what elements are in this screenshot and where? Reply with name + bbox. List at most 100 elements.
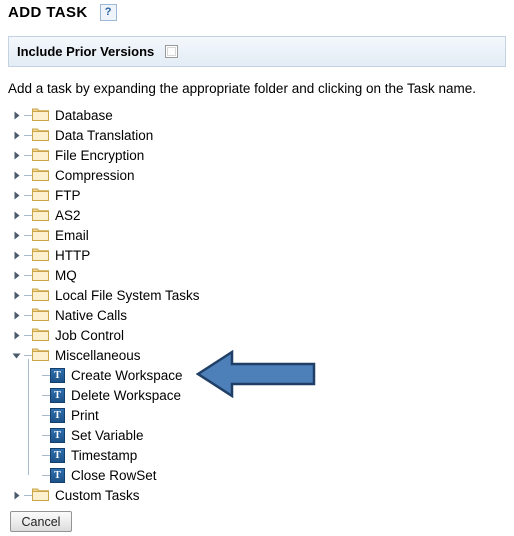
tree-connector — [42, 445, 50, 465]
task-tree: Database Data Translation File Encryption C… — [8, 105, 428, 505]
task-link[interactable]: Set Variable — [71, 428, 144, 443]
tree-node-folder[interactable]: Miscellaneous — [8, 345, 428, 365]
help-icon[interactable]: ? — [99, 4, 117, 21]
tree-connector — [24, 105, 32, 125]
tree-node-folder[interactable]: Data Translation — [8, 125, 428, 145]
chevron-right-icon[interactable] — [8, 285, 24, 305]
folder-icon — [32, 228, 49, 242]
tree-connector — [24, 265, 32, 285]
tree-node-label[interactable]: Custom Tasks — [55, 488, 140, 503]
folder-icon — [32, 168, 49, 182]
tree-node-label[interactable]: Native Calls — [55, 308, 127, 323]
tree-connector — [24, 205, 32, 225]
folder-icon — [32, 248, 49, 262]
folder-icon — [32, 108, 49, 122]
tree-connector — [24, 285, 32, 305]
folder-icon — [32, 188, 49, 202]
tree-node-folder[interactable]: Local File System Tasks — [8, 285, 428, 305]
chevron-right-icon[interactable] — [8, 305, 24, 325]
tree-node-label[interactable]: Miscellaneous — [55, 348, 141, 363]
task-link[interactable]: Timestamp — [71, 448, 137, 463]
task-link[interactable]: Print — [71, 408, 99, 423]
tree-node-folder[interactable]: File Encryption — [8, 145, 428, 165]
tree-node-folder[interactable]: Custom Tasks — [8, 485, 428, 505]
folder-icon — [32, 308, 49, 322]
tree-node-label[interactable]: Compression — [55, 168, 135, 183]
tree-node-folder[interactable]: FTP — [8, 185, 428, 205]
tree-node-folder[interactable]: Compression — [8, 165, 428, 185]
task-icon: T — [50, 447, 65, 463]
folder-icon — [32, 128, 49, 142]
folder-icon — [32, 488, 49, 502]
folder-icon — [32, 208, 49, 222]
tree-node-task[interactable]: T Print — [8, 405, 428, 425]
tree-connector — [24, 145, 32, 165]
tree-node-label[interactable]: Database — [55, 108, 113, 123]
tree-node-folder[interactable]: Database — [8, 105, 428, 125]
tree-connector — [42, 425, 50, 445]
tree-node-label[interactable]: Data Translation — [55, 128, 153, 143]
tree-connector — [42, 405, 50, 425]
tree-connector — [24, 225, 32, 245]
tree-node-task[interactable]: T Timestamp — [8, 445, 428, 465]
folder-icon — [32, 268, 49, 282]
tree-connector — [24, 125, 32, 145]
tree-connector — [24, 305, 32, 325]
chevron-down-icon[interactable] — [8, 345, 24, 365]
tree-node-label[interactable]: Job Control — [55, 328, 124, 343]
tree-node-task[interactable]: T Close RowSet — [8, 465, 428, 485]
chevron-right-icon[interactable] — [8, 325, 24, 345]
tree-connector — [24, 245, 32, 265]
tree-node-label[interactable]: AS2 — [55, 208, 81, 223]
tree-node-label[interactable]: FTP — [55, 188, 81, 203]
task-link[interactable]: Create Workspace — [71, 368, 183, 383]
page-header: ADD TASK ? — [8, 4, 117, 21]
tree-node-task[interactable]: T Set Variable — [8, 425, 428, 445]
add-task-page: ADD TASK ? Include Prior Versions Add a … — [0, 0, 514, 536]
tree-node-task[interactable]: T Create Workspace — [8, 365, 428, 385]
tree-connector — [42, 365, 50, 385]
task-icon: T — [50, 367, 65, 383]
task-link[interactable]: Delete Workspace — [71, 388, 181, 403]
chevron-right-icon[interactable] — [8, 165, 24, 185]
include-prior-versions-checkbox[interactable] — [165, 45, 179, 58]
tree-connector — [24, 165, 32, 185]
tree-connector — [24, 325, 32, 345]
folder-icon — [32, 288, 49, 302]
task-icon: T — [50, 407, 65, 423]
tree-node-folder[interactable]: Job Control — [8, 325, 428, 345]
tree-node-label[interactable]: MQ — [55, 268, 77, 283]
chevron-right-icon[interactable] — [8, 225, 24, 245]
tree-node-label[interactable]: HTTP — [55, 248, 90, 263]
chevron-right-icon[interactable] — [8, 145, 24, 165]
tree-connector — [42, 385, 50, 405]
tree-node-folder[interactable]: AS2 — [8, 205, 428, 225]
chevron-right-icon[interactable] — [8, 485, 24, 505]
tree-node-folder[interactable]: Native Calls — [8, 305, 428, 325]
chevron-right-icon[interactable] — [8, 125, 24, 145]
task-icon: T — [50, 427, 65, 443]
tree-node-label[interactable]: Email — [55, 228, 89, 243]
task-icon: T — [50, 467, 65, 483]
chevron-right-icon[interactable] — [8, 245, 24, 265]
tree-node-folder[interactable]: HTTP — [8, 245, 428, 265]
folder-icon — [32, 328, 49, 342]
task-icon: T — [50, 387, 65, 403]
chevron-right-icon[interactable] — [8, 185, 24, 205]
tree-node-label[interactable]: File Encryption — [55, 148, 144, 163]
include-prior-versions-label: Include Prior Versions — [17, 44, 155, 59]
folder-icon — [32, 148, 49, 162]
tree-node-label[interactable]: Local File System Tasks — [55, 288, 200, 303]
chevron-right-icon[interactable] — [8, 105, 24, 125]
chevron-right-icon[interactable] — [8, 265, 24, 285]
folder-icon — [32, 348, 49, 362]
task-link[interactable]: Close RowSet — [71, 468, 157, 483]
chevron-right-icon[interactable] — [8, 205, 24, 225]
instruction-text: Add a task by expanding the appropriate … — [8, 81, 477, 96]
cancel-button[interactable]: Cancel — [10, 511, 72, 532]
tree-node-folder[interactable]: Email — [8, 225, 428, 245]
tree-node-folder[interactable]: MQ — [8, 265, 428, 285]
page-title: ADD TASK — [8, 4, 88, 21]
tree-node-task[interactable]: T Delete Workspace — [8, 385, 428, 405]
include-prior-versions-bar: Include Prior Versions — [8, 36, 506, 67]
